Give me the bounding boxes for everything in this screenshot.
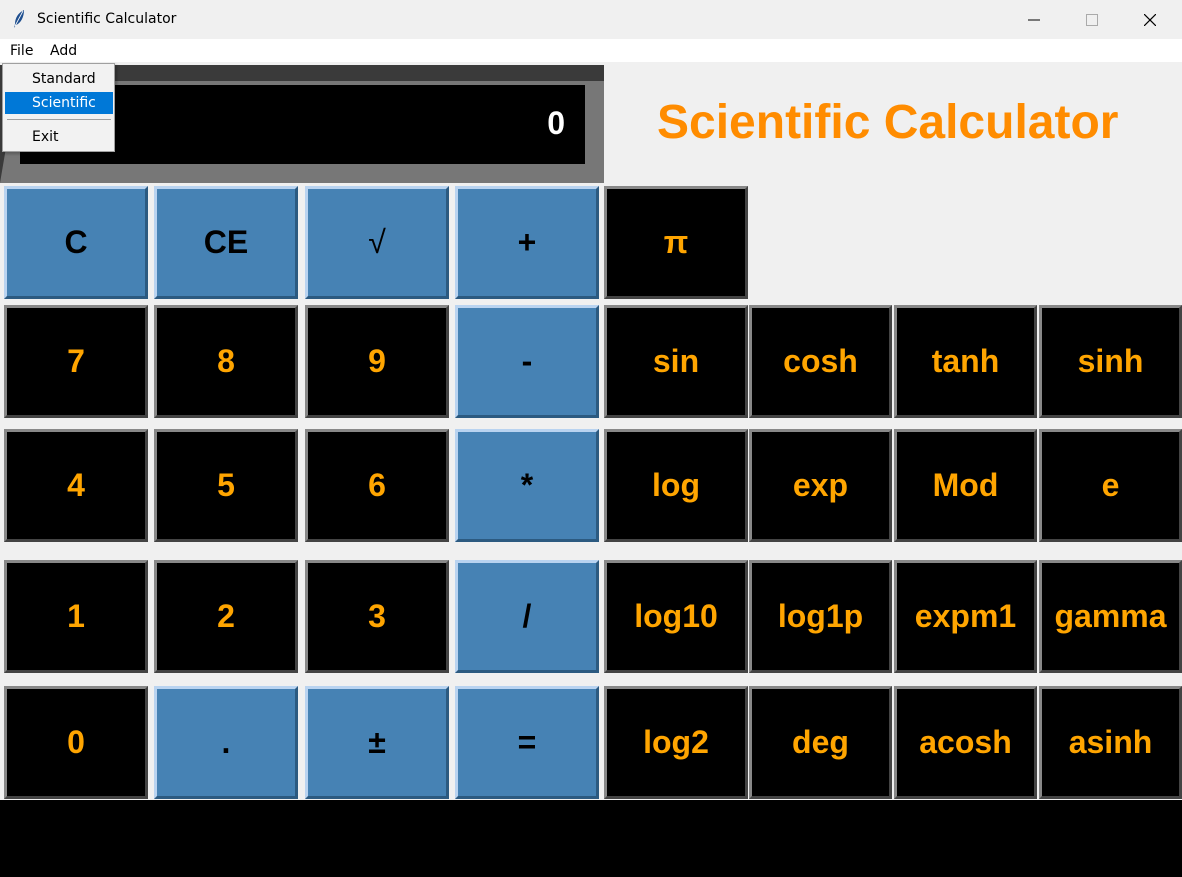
sinh-button[interactable]: sinh [1039, 305, 1182, 418]
menu-add[interactable]: Add [50, 43, 77, 59]
file-dropdown-menu: Standard Scientific Exit [2, 63, 115, 152]
maximize-button[interactable] [1063, 0, 1121, 39]
menu-item-standard[interactable]: Standard [5, 68, 113, 90]
tanh-button[interactable]: tanh [894, 305, 1037, 418]
digit-9-button[interactable]: 9 [305, 305, 449, 418]
exp-button[interactable]: exp [749, 429, 892, 542]
digit-2-button[interactable]: 2 [154, 560, 298, 673]
log-button[interactable]: log [604, 429, 748, 542]
pi-button[interactable]: π [604, 186, 748, 299]
digit-3-button[interactable]: 3 [305, 560, 449, 673]
gamma-button[interactable]: gamma [1039, 560, 1182, 673]
menu-item-exit[interactable]: Exit [5, 126, 113, 148]
cosh-button[interactable]: cosh [749, 305, 892, 418]
digit-6-button[interactable]: 6 [305, 429, 449, 542]
menu-file[interactable]: File [10, 43, 33, 59]
menu-item-exit-label: Exit [32, 129, 59, 145]
calculator-heading: Scientific Calculator [657, 96, 1119, 149]
digit-4-button[interactable]: 4 [4, 429, 148, 542]
log1p-button[interactable]: log1p [749, 560, 892, 673]
minimize-button[interactable] [1005, 0, 1063, 39]
digit-1-button[interactable]: 1 [4, 560, 148, 673]
decimal-button[interactable]: . [154, 686, 298, 799]
mod-button[interactable]: Mod [894, 429, 1037, 542]
asinh-button[interactable]: asinh [1039, 686, 1182, 799]
menu-bar [0, 39, 610, 62]
acosh-button[interactable]: acosh [894, 686, 1037, 799]
digit-0-button[interactable]: 0 [4, 686, 148, 799]
menu-item-standard-label: Standard [32, 71, 96, 87]
minimize-icon [1028, 19, 1040, 20]
maximize-icon [1086, 13, 1098, 26]
title-bar: Scientific Calculator [0, 0, 1182, 39]
close-button[interactable] [1121, 0, 1179, 39]
expm1-button[interactable]: expm1 [894, 560, 1037, 673]
menu-item-scientific-label: Scientific [32, 95, 96, 111]
menu-separator [7, 119, 111, 120]
digit-5-button[interactable]: 5 [154, 429, 298, 542]
digit-7-button[interactable]: 7 [4, 305, 148, 418]
menu-bar-filler [610, 39, 1182, 62]
digit-8-button[interactable]: 8 [154, 305, 298, 418]
clear-entry-button[interactable]: CE [154, 186, 298, 299]
menu-item-scientific[interactable]: Scientific [5, 92, 113, 114]
deg-button[interactable]: deg [749, 686, 892, 799]
equals-button[interactable]: = [455, 686, 599, 799]
display-value: 0 [547, 105, 565, 141]
sin-button[interactable]: sin [604, 305, 748, 418]
log10-button[interactable]: log10 [604, 560, 748, 673]
bottom-bar [0, 800, 1182, 877]
euler-button[interactable]: e [1039, 429, 1182, 542]
close-icon [1144, 13, 1156, 26]
clear-button[interactable]: C [4, 186, 148, 299]
plus-button[interactable]: + [455, 186, 599, 299]
divide-button[interactable]: / [455, 560, 599, 673]
multiply-button[interactable]: * [455, 429, 599, 542]
sqrt-button[interactable]: √ [305, 186, 449, 299]
log2-button[interactable]: log2 [604, 686, 748, 799]
plus-minus-button[interactable]: ± [305, 686, 449, 799]
window-title: Scientific Calculator [37, 11, 177, 27]
feather-icon [14, 10, 24, 28]
minus-button[interactable]: - [455, 305, 599, 418]
